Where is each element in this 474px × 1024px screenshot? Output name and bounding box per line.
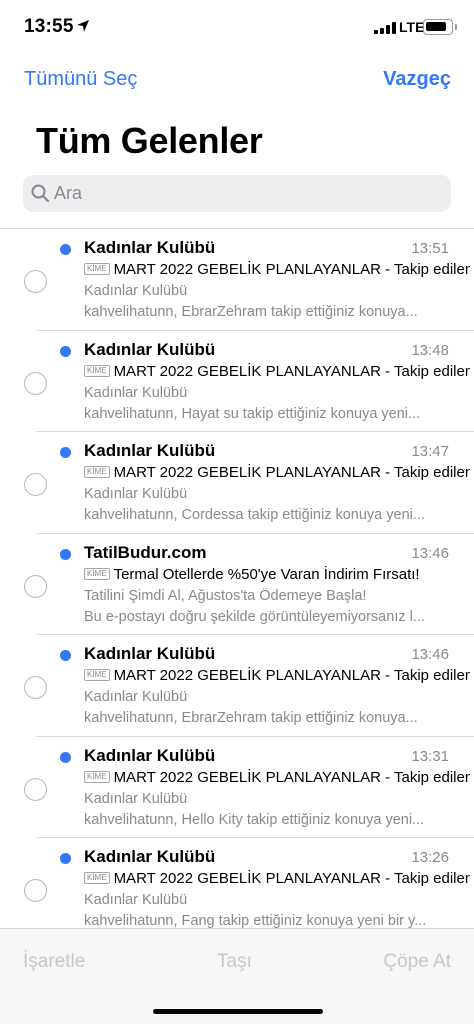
- email-subject-line: KİME MART 2022 GEBELİK PLANLAYANLAR - Tak…: [84, 870, 470, 887]
- kime-badge: KİME: [84, 364, 110, 377]
- email-subject: MART 2022 GEBELİK PLANLAYANLAR - Takip e…: [113, 667, 470, 684]
- kime-badge: KİME: [84, 466, 110, 478]
- email-subject: MART 2022 GEBELİK PLANLAYANLAR - Takip e…: [113, 870, 470, 887]
- email-preview-line1: Kadınlar Kulübü: [84, 283, 188, 299]
- email-list: Kadınlar Kulübü 13:51 KİME MART 2022 GEBE…: [0, 228, 474, 928]
- unread-dot-icon: [60, 650, 71, 661]
- unread-dot-icon: [60, 244, 71, 255]
- kime-badge: KİME: [84, 567, 110, 580]
- cancel-button[interactable]: Vazgeç: [383, 68, 451, 91]
- email-row[interactable]: Kadınlar Kulübü 13:26 KİME MART 2022 GEBE…: [24, 838, 474, 928]
- email-preview-line2: kahvelihatunn, EbrarZehram takip ettiğin…: [84, 304, 418, 320]
- email-subject-line: KİME MART 2022 GEBELİK PLANLAYANLAR - Tak…: [84, 363, 470, 380]
- email-preview-line2: kahvelihatunn, Hello Kity takip ettiğini…: [84, 811, 425, 828]
- email-preview-line2: kahvelihatunn, EbrarZehram takip ettiğin…: [84, 710, 418, 726]
- email-preview-line2: kahvelihatunn, Fang takip ettiğiniz konu…: [84, 913, 427, 928]
- email-time: 13:51: [411, 240, 449, 257]
- unread-dot-icon: [60, 853, 71, 864]
- trash-button[interactable]: Çöpe At: [383, 951, 451, 973]
- email-row[interactable]: Kadınlar Kulübü 13:47 KİME MART 2022 GEBE…: [24, 432, 474, 534]
- kime-badge: KİME: [84, 669, 110, 681]
- email-subject-line: KİME MART 2022 GEBELİK PLANLAYANLAR - Tak…: [84, 464, 470, 481]
- email-preview-line1: Kadınlar Kulübü: [84, 892, 188, 908]
- email-subject: MART 2022 GEBELİK PLANLAYANLAR - Takip e…: [113, 261, 470, 278]
- email-time: 13:26: [411, 849, 449, 866]
- mark-button[interactable]: İşaretle: [23, 951, 85, 973]
- email-sender: Kadınlar Kulübü: [84, 339, 216, 359]
- email-row[interactable]: Kadınlar Kulübü 13:31 KİME MART 2022 GEBE…: [24, 737, 474, 838]
- unread-dot-icon: [60, 548, 71, 560]
- email-preview-line1: Kadınlar Kulübü: [84, 689, 188, 705]
- select-radio[interactable]: [24, 473, 47, 496]
- kime-badge: KİME: [84, 872, 110, 884]
- select-radio[interactable]: [24, 270, 47, 293]
- battery-icon: [423, 19, 453, 35]
- search-input[interactable]: [54, 175, 434, 212]
- search-bar[interactable]: [23, 175, 451, 212]
- network-type: LTE: [399, 19, 425, 35]
- email-row[interactable]: Kadınlar Kulübü 13:51 KİME MART 2022 GEBE…: [24, 229, 474, 331]
- email-subject-line: KİME Termal Otellerde %50'ye Varan İndiri…: [84, 566, 470, 583]
- search-icon: [31, 184, 50, 203]
- email-preview-line2: kahvelihatunn, Hayat su takip ettiğiniz …: [84, 405, 421, 422]
- location-arrow-icon: [77, 20, 89, 32]
- email-preview-line2: Bu e-postayı doğru şekilde görüntüleyemi…: [84, 608, 425, 625]
- email-subject-line: KİME MART 2022 GEBELİK PLANLAYANLAR - Tak…: [84, 667, 470, 684]
- email-row[interactable]: Kadınlar Kulübü 13:48 KİME MART 2022 GEBE…: [24, 331, 474, 432]
- select-radio[interactable]: [24, 574, 47, 598]
- select-radio[interactable]: [24, 879, 47, 902]
- email-time: 13:47: [411, 443, 449, 460]
- email-sender: Kadınlar Kulübü: [84, 441, 216, 460]
- home-indicator[interactable]: [153, 1009, 323, 1014]
- email-subject: MART 2022 GEBELİK PLANLAYANLAR - Takip e…: [113, 768, 470, 786]
- email-time: 13:48: [411, 341, 449, 359]
- email-sender: Kadınlar Kulübü: [84, 644, 216, 663]
- select-radio[interactable]: [24, 676, 47, 699]
- kime-badge: KİME: [84, 263, 110, 275]
- page-title: Tüm Gelenler: [36, 120, 263, 161]
- email-preview-line1: Kadınlar Kulübü: [84, 790, 188, 807]
- email-sender: Kadınlar Kulübü: [84, 847, 216, 866]
- kime-badge: KİME: [84, 770, 110, 783]
- select-radio[interactable]: [24, 371, 47, 395]
- status-time: 13:55: [24, 16, 74, 37]
- select-all-button[interactable]: Tümünü Seç: [24, 68, 137, 91]
- cellular-signal-icon: [374, 22, 396, 34]
- email-sender: Kadınlar Kulübü: [84, 745, 216, 765]
- email-subject-line: KİME MART 2022 GEBELİK PLANLAYANLAR - Tak…: [84, 261, 470, 278]
- email-sender: TatilBudur.com: [84, 542, 207, 562]
- email-time: 13:31: [411, 747, 449, 765]
- email-subject: MART 2022 GEBELİK PLANLAYANLAR - Takip e…: [113, 362, 470, 380]
- email-sender: Kadınlar Kulübü: [84, 238, 216, 257]
- move-button[interactable]: Taşı: [217, 951, 252, 973]
- email-subject-line: KİME MART 2022 GEBELİK PLANLAYANLAR - Tak…: [84, 769, 470, 786]
- email-subject: MART 2022 GEBELİK PLANLAYANLAR - Takip e…: [113, 464, 470, 481]
- battery-nub: [455, 24, 457, 30]
- unread-dot-icon: [60, 447, 71, 458]
- unread-dot-icon: [60, 345, 71, 357]
- email-subject: Termal Otellerde %50'ye Varan İndirim Fı…: [113, 565, 420, 583]
- email-preview-line1: Kadınlar Kulübü: [84, 384, 188, 401]
- email-time: 13:46: [411, 646, 449, 663]
- email-preview-line2: kahvelihatunn, Cordessa takip ettiğiniz …: [84, 507, 425, 523]
- email-preview-line1: Tatilini Şimdi Al, Ağustos'ta Ödemeye Ba…: [84, 587, 367, 604]
- email-preview-line1: Kadınlar Kulübü: [84, 486, 188, 502]
- email-row[interactable]: Kadınlar Kulübü 13:46 KİME MART 2022 GEBE…: [24, 635, 474, 737]
- status-bar: 13:55 LTE: [0, 0, 474, 56]
- select-radio[interactable]: [24, 777, 47, 801]
- email-row[interactable]: TatilBudur.com 13:46 KİME Termal Otellerd…: [24, 534, 474, 635]
- unread-dot-icon: [60, 751, 71, 763]
- email-time: 13:46: [411, 544, 449, 562]
